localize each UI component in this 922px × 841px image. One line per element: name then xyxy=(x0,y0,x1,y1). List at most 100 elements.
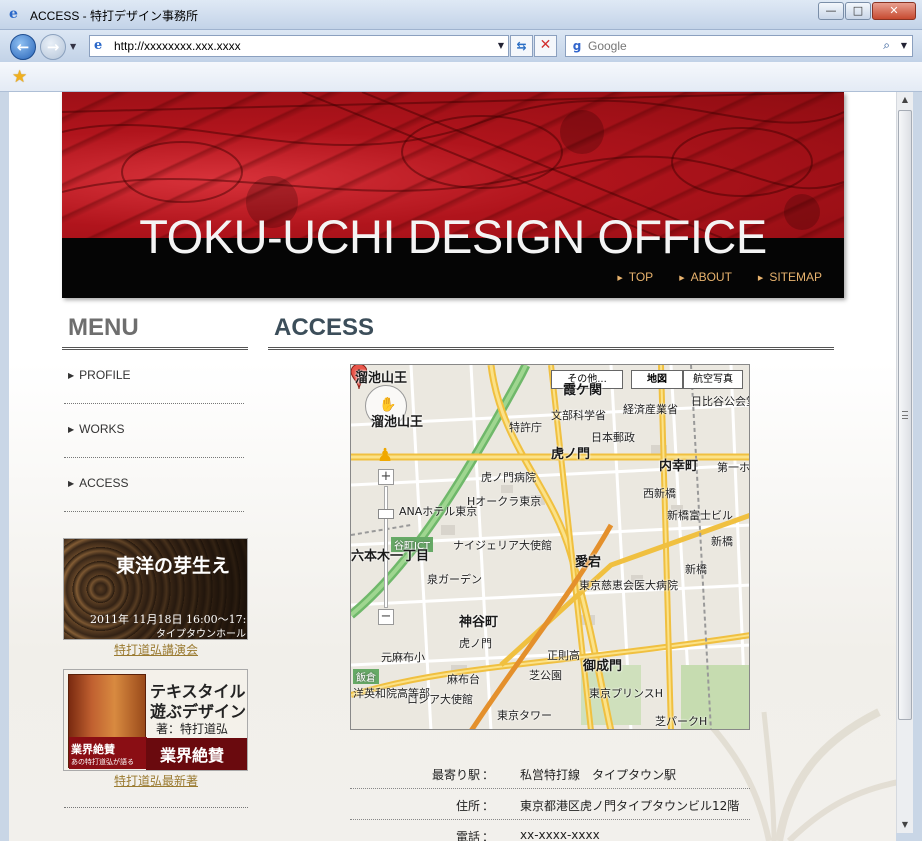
menu-heading-text: MENU xyxy=(68,314,139,341)
info-row-address: 住所 ： 東京都港区虎ノ門タイプタウンビル12階 xyxy=(350,789,750,820)
nav-link-sitemap[interactable]: ▶ SITEMAP xyxy=(758,270,822,284)
google-icon: g xyxy=(572,39,582,53)
close-button[interactable]: ✕ xyxy=(872,2,916,20)
lecture-link[interactable]: 特打道弘講演会 xyxy=(63,641,249,658)
triangle-right-icon: ▶ xyxy=(68,479,75,488)
page-icon: e xyxy=(94,38,103,53)
minimize-button[interactable]: — xyxy=(818,2,844,20)
sidebar-item-text: WORKS xyxy=(79,422,125,436)
book-badge: 業界絶賛 xyxy=(160,746,225,765)
history-dropdown-icon[interactable]: ▼ xyxy=(70,42,76,51)
stop-button[interactable]: ✕ xyxy=(534,35,557,57)
sidebar-item-text: PROFILE xyxy=(79,368,131,382)
window-titlebar: e ACCESS - 特打デザイン事務所 — □ ✕ xyxy=(0,0,922,30)
search-box[interactable]: g ⌕ ▼ xyxy=(565,35,913,57)
map-zoom-out-button[interactable]: − xyxy=(378,609,394,625)
map-label: 洋英和院高等部 xyxy=(353,687,430,700)
info-label: 最寄り駅 xyxy=(431,768,480,782)
address-bar[interactable]: e http://xxxxxxxx.xxx.xxxx ▼ xyxy=(89,35,509,57)
map-label: 虎ノ門病院 xyxy=(481,471,536,484)
map-label: 新橋富士ビル xyxy=(667,509,733,522)
address-url[interactable]: http://xxxxxxxx.xxx.xxxx xyxy=(114,39,241,53)
map-zoom-thumb[interactable] xyxy=(378,509,394,519)
map-label: 虎ノ門 xyxy=(459,637,492,650)
window-frame-right xyxy=(913,92,922,841)
map-label: 文部科学省 xyxy=(551,409,606,422)
info-label: 電話 xyxy=(455,830,480,841)
book-cover-badge: 業界絶賛 xyxy=(71,743,115,756)
scroll-grip-icon xyxy=(902,411,908,419)
arrow-right-icon: → xyxy=(46,38,60,56)
map-label: 虎ノ門 xyxy=(551,447,591,462)
page-title: ACCESS xyxy=(268,314,834,350)
scroll-up-button[interactable]: ▲ xyxy=(897,92,913,108)
pegman-icon[interactable]: ♟ xyxy=(377,445,393,466)
search-icon[interactable]: ⌕ xyxy=(883,38,890,53)
map-label: 六本木一丁目 xyxy=(351,549,430,564)
map-label: ANAホテル東京 xyxy=(399,505,478,518)
map-label: 日本郵政 xyxy=(591,431,635,444)
favorites-star-icon[interactable]: ★ xyxy=(12,67,27,87)
lecture-banner[interactable]: 東洋の芽生え 2011年 11月18日 16:00～17:00 タイプタウンホー… xyxy=(63,538,248,640)
map-label: 経済産業省 xyxy=(623,403,678,416)
lecture-title: 東洋の芽生え xyxy=(116,555,231,577)
map-label: 御成門 xyxy=(583,659,623,674)
stop-icon: ✕ xyxy=(539,37,552,53)
map-label: 西新橋 xyxy=(643,487,676,500)
sidebar-item-text: ACCESS xyxy=(79,476,129,490)
map-label: 溜池山王 xyxy=(371,415,424,430)
page-title-text: ACCESS xyxy=(274,314,375,341)
sidebar-item-profile[interactable]: ▶ PROFILE xyxy=(64,350,244,404)
map-label: 芝公園 xyxy=(529,669,562,682)
sidebar-item-access[interactable]: ▶ ACCESS xyxy=(64,458,244,512)
nav-link-about[interactable]: ▶ ABOUT xyxy=(679,270,732,284)
map-label: 日比谷公会堂 xyxy=(691,395,749,408)
map-label: 溜池山王 xyxy=(355,371,408,386)
book-title-line2: 遊ぶデザイン xyxy=(150,702,247,721)
maximize-button[interactable]: □ xyxy=(845,2,871,20)
sidebar-item-works[interactable]: ▶ WORKS xyxy=(64,404,244,458)
nav-link-label: SITEMAP xyxy=(769,270,822,284)
triangle-right-icon: ▶ xyxy=(68,371,75,380)
sidebar-divider xyxy=(64,807,248,808)
book-link[interactable]: 特打道弘最新著 xyxy=(63,772,249,789)
map-view-button[interactable]: 地図 xyxy=(631,370,683,389)
favorites-bar: ★ xyxy=(0,62,922,92)
forward-button[interactable]: → xyxy=(40,34,66,60)
book-banner[interactable]: 業界絶賛 あの特打道弘が語る テキスタイルと 遊ぶデザイン 著：特打道弘 業界絶… xyxy=(63,669,248,771)
google-map[interactable]: その他... 地図 航空写真 ✋ ♟ + − A 溜池山王 霞ケ関 溜池山王 虎… xyxy=(350,364,750,730)
nav-link-top[interactable]: ▶ TOP xyxy=(617,270,653,284)
search-dropdown-icon[interactable]: ▼ xyxy=(901,41,907,50)
info-label: 住所 xyxy=(455,799,480,813)
refresh-icon: ⇆ xyxy=(516,39,527,53)
map-label: 愛宕 xyxy=(575,555,602,570)
search-input[interactable] xyxy=(588,38,868,54)
satellite-view-button[interactable]: 航空写真 xyxy=(683,370,743,389)
info-value: 私営特打線 タイプタウン駅 xyxy=(520,768,677,782)
map-label: 芝パークH xyxy=(655,715,708,728)
map-label: 第一ホテル xyxy=(717,461,750,474)
map-label: 霞ケ関 xyxy=(563,383,603,398)
sidebar-item-label: ▶ ACCESS xyxy=(68,476,129,490)
map-label: 泉ガーデン xyxy=(427,573,482,586)
vertical-scrollbar[interactable]: ▲ ▼ xyxy=(896,92,913,833)
map-zoom-in-button[interactable]: + xyxy=(378,469,394,485)
map-label: 新橋 xyxy=(711,535,733,548)
map-label: 内幸町 xyxy=(659,459,699,474)
map-label: 元麻布小 xyxy=(381,651,425,664)
window-title: ACCESS - 特打デザイン事務所 xyxy=(30,9,199,23)
map-label: 正則高 xyxy=(547,649,580,662)
info-row-station: 最寄り駅 ： 私営特打線 タイプタウン駅 xyxy=(350,758,750,789)
refresh-button[interactable]: ⇆ xyxy=(510,35,533,57)
ie-icon: e xyxy=(9,6,18,22)
map-label: 東京タワー xyxy=(497,709,552,722)
arrow-left-icon: ← xyxy=(16,38,30,56)
scroll-down-button[interactable]: ▼ xyxy=(897,817,913,833)
back-button[interactable]: ← xyxy=(10,34,36,60)
scroll-thumb[interactable] xyxy=(898,110,912,720)
nav-link-label: ABOUT xyxy=(690,270,732,284)
page-viewport: TOKU-UCHI DESIGN OFFICE ▶ TOP ▶ ABOUT ▶ SIT… xyxy=(9,92,896,841)
triangle-right-icon: ▶ xyxy=(757,275,764,282)
address-dropdown-icon[interactable]: ▼ xyxy=(498,41,504,50)
lecture-venue: タイプタウンホール xyxy=(156,629,246,640)
